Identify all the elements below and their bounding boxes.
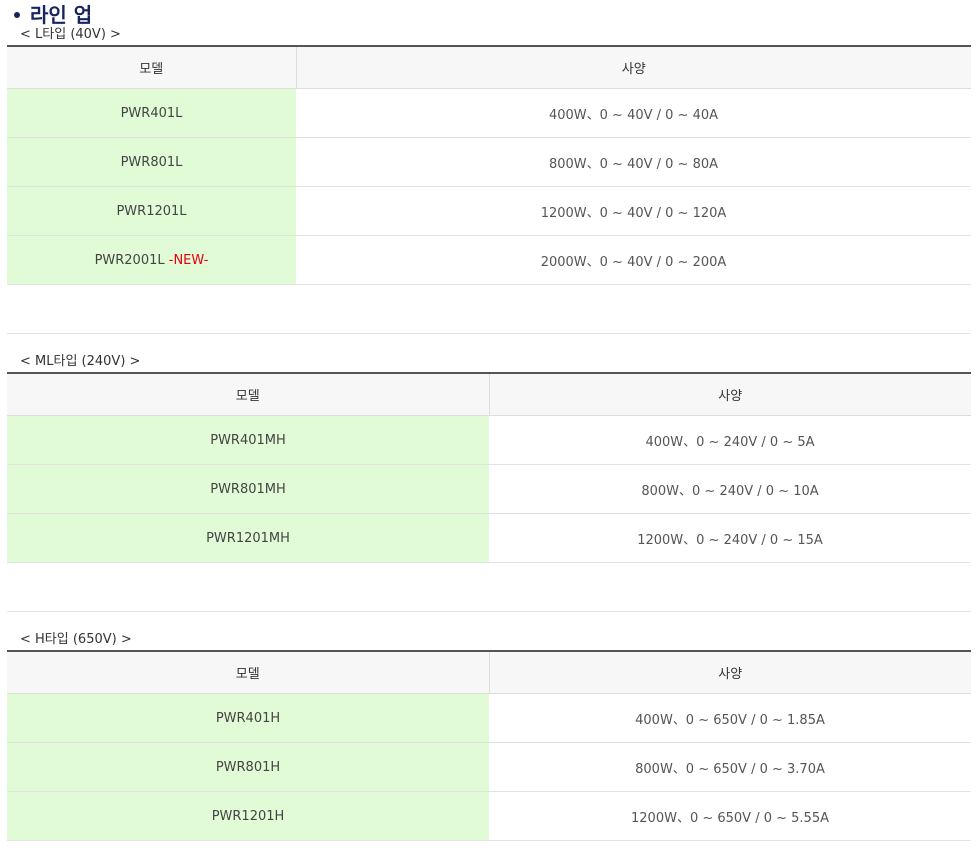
column-header-spec: 사양 bbox=[488, 372, 971, 416]
model-cell: PWR801H bbox=[7, 742, 489, 792]
table-row: PWR1201MH 1200W、0 ~ 240V / 0 ~ 15A bbox=[7, 513, 971, 563]
page-title: 라인 업 bbox=[10, 2, 92, 28]
spec-cell: 400W、0 ~ 240V / 0 ~ 5A bbox=[489, 415, 971, 465]
spec-cell: 800W、0 ~ 40V / 0 ~ 80A bbox=[296, 137, 971, 187]
page-title-text: 라인 업 bbox=[30, 3, 93, 27]
lineup-table-h-type: 모델 사양 PWR401H 400W、0 ~ 650V / 0 ~ 1.85A … bbox=[7, 650, 971, 841]
table-row: PWR801L 800W、0 ~ 40V / 0 ~ 80A bbox=[7, 137, 971, 187]
model-cell: PWR401L bbox=[7, 88, 296, 138]
model-cell: PWR1201L bbox=[7, 186, 296, 236]
column-header-spec: 사양 bbox=[295, 45, 971, 89]
divider bbox=[7, 333, 971, 334]
divider bbox=[7, 611, 971, 612]
new-badge: -NEW- bbox=[168, 252, 209, 268]
table-header-row: 모델 사양 bbox=[7, 650, 971, 694]
section-label-ml-type: < ML타입 (240V) > bbox=[20, 354, 141, 369]
table-row: PWR801MH 800W、0 ~ 240V / 0 ~ 10A bbox=[7, 464, 971, 514]
table-row: PWR2001L -NEW- 2000W、0 ~ 40V / 0 ~ 200A bbox=[7, 235, 971, 285]
spec-cell: 1200W、0 ~ 650V / 0 ~ 5.55A bbox=[489, 791, 971, 841]
model-cell: PWR1201H bbox=[7, 791, 489, 841]
column-header-spec: 사양 bbox=[488, 650, 971, 694]
model-cell: PWR801MH bbox=[7, 464, 489, 514]
spec-cell: 400W、0 ~ 650V / 0 ~ 1.85A bbox=[489, 693, 971, 743]
model-name: PWR2001L bbox=[94, 252, 165, 268]
column-header-model: 모델 bbox=[7, 372, 489, 416]
column-header-model: 모델 bbox=[7, 45, 296, 89]
model-cell: PWR801L bbox=[7, 137, 296, 187]
spec-cell: 2000W、0 ~ 40V / 0 ~ 200A bbox=[296, 235, 971, 285]
column-header-model: 모델 bbox=[7, 650, 489, 694]
model-cell: PWR1201MH bbox=[7, 513, 489, 563]
table-row: PWR1201L 1200W、0 ~ 40V / 0 ~ 120A bbox=[7, 186, 971, 236]
model-cell: PWR401MH bbox=[7, 415, 489, 465]
lineup-table-ml-type: 모델 사양 PWR401MH 400W、0 ~ 240V / 0 ~ 5A PW… bbox=[7, 372, 971, 563]
table-row: PWR401L 400W、0 ~ 40V / 0 ~ 40A bbox=[7, 88, 971, 138]
bullet-icon bbox=[14, 11, 20, 18]
spec-cell: 800W、0 ~ 650V / 0 ~ 3.70A bbox=[489, 742, 971, 792]
spec-cell: 1200W、0 ~ 240V / 0 ~ 15A bbox=[489, 513, 971, 563]
table-row: PWR401MH 400W、0 ~ 240V / 0 ~ 5A bbox=[7, 415, 971, 465]
spec-cell: 1200W、0 ~ 40V / 0 ~ 120A bbox=[296, 186, 971, 236]
section-label-l-type: < L타입 (40V) > bbox=[20, 27, 121, 42]
table-row: PWR801H 800W、0 ~ 650V / 0 ~ 3.70A bbox=[7, 742, 971, 792]
section-label-h-type: < H타입 (650V) > bbox=[20, 632, 132, 647]
spec-cell: 400W、0 ~ 40V / 0 ~ 40A bbox=[296, 88, 971, 138]
model-cell: PWR401H bbox=[7, 693, 489, 743]
table-header-row: 모델 사양 bbox=[7, 372, 971, 416]
table-row: PWR1201H 1200W、0 ~ 650V / 0 ~ 5.55A bbox=[7, 791, 971, 841]
lineup-table-l-type: 모델 사양 PWR401L 400W、0 ~ 40V / 0 ~ 40A PWR… bbox=[7, 45, 971, 285]
table-row: PWR401H 400W、0 ~ 650V / 0 ~ 1.85A bbox=[7, 693, 971, 743]
model-cell: PWR2001L -NEW- bbox=[7, 235, 296, 285]
spec-cell: 800W、0 ~ 240V / 0 ~ 10A bbox=[489, 464, 971, 514]
table-header-row: 모델 사양 bbox=[7, 45, 971, 89]
